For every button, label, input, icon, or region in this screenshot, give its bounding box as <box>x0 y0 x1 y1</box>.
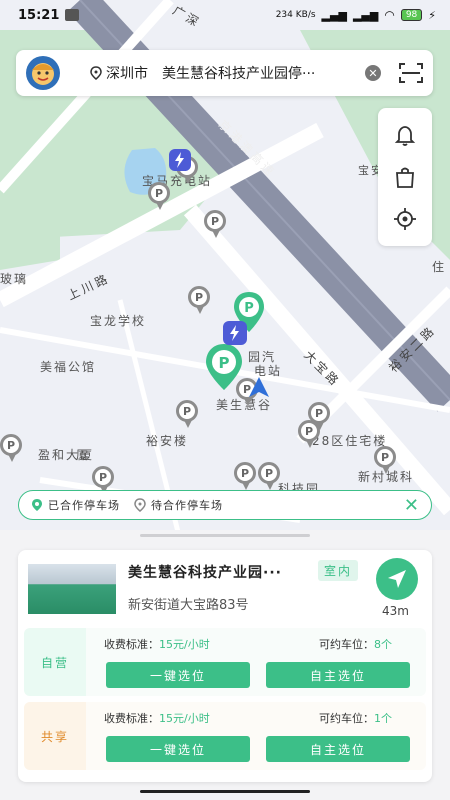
home-indicator[interactable] <box>140 790 310 793</box>
locate-button[interactable] <box>390 204 420 234</box>
fee-label: 收费标准： <box>104 712 159 725</box>
parking-pin[interactable]: P <box>176 400 198 428</box>
charging-station-icon[interactable] <box>168 148 192 172</box>
legend-pending[interactable]: 待合作停车场 <box>134 497 223 513</box>
legend-cooperated-label: 已合作停车场 <box>48 499 120 512</box>
avatar-face-icon <box>32 63 54 85</box>
map-tools-panel <box>378 108 432 246</box>
parking-detail-sheet: 美生慧谷科技产业园··· 室内 新安街道大宝路83号 43m 自营 收费标准：1… <box>0 530 450 800</box>
fee-label: 收费标准： <box>104 638 159 651</box>
parking-legend: 已合作停车场 待合作停车场 ✕ <box>18 490 432 520</box>
parking-lot-card[interactable]: 美生慧谷科技产业园··· 室内 新安街道大宝路83号 43m 自营 收费标准：1… <box>18 550 432 782</box>
signal-icon: ▂▄▆ <box>352 8 379 22</box>
map-label: 玻璃 <box>0 272 29 286</box>
close-legend-icon[interactable]: ✕ <box>404 495 419 516</box>
parking-pin[interactable]: P <box>0 434 22 462</box>
legend-cooperated[interactable]: 已合作停车场 <box>31 497 120 513</box>
spots-value: 1个 <box>374 712 392 725</box>
fee-value: 15元/小时 <box>159 638 210 651</box>
location-pin-icon <box>90 66 102 80</box>
scan-icon[interactable] <box>399 63 423 83</box>
parking-lot-photo <box>28 564 116 614</box>
manual-select-button[interactable]: 自主选位 <box>266 662 410 688</box>
row-info: 收费标准：15元/小时 可约车位：8个 <box>104 636 414 652</box>
fee-value: 15元/小时 <box>159 712 210 725</box>
search-city[interactable]: 深圳市 <box>106 63 148 83</box>
navigate-button[interactable] <box>376 558 418 600</box>
signal-icon: ▂▄▆ <box>321 8 347 22</box>
parking-pin[interactable]: P <box>92 466 114 494</box>
spots-label: 可约车位： <box>319 638 374 651</box>
shopping-bag-icon <box>396 167 414 188</box>
charging-station-icon[interactable] <box>222 320 248 346</box>
distance-label: 43m <box>382 604 409 618</box>
parking-pin[interactable]: P <box>258 462 280 490</box>
wrench-icon <box>65 9 80 21</box>
manual-select-button[interactable]: 自主选位 <box>266 736 410 762</box>
row-type-label: 自营 <box>24 628 86 696</box>
charging-icon: ⚡ <box>428 8 436 22</box>
search-bar[interactable]: 深圳市 美生慧谷科技产业园停··· ✕ <box>16 50 433 96</box>
parking-pin[interactable]: P <box>204 210 226 238</box>
sheet-drag-handle[interactable] <box>140 534 310 537</box>
parking-pin[interactable]: P <box>374 446 396 474</box>
pending-pin-icon <box>134 498 146 512</box>
parking-lot-address: 新安街道大宝路83号 <box>128 598 249 613</box>
map-label: 宝龙学校 <box>90 314 147 328</box>
indoor-tag: 室内 <box>318 560 359 581</box>
self-operated-row: 自营 收费标准：15元/小时 可约车位：8个 一键选位 自主选位 <box>24 628 426 696</box>
status-bar: 15:21 234 KB/s ▂▄▆ ▂▄▆ ◠ 98 ⚡ <box>0 0 450 30</box>
wifi-icon: ◠ <box>384 8 395 22</box>
clear-search-icon[interactable]: ✕ <box>365 65 381 81</box>
selected-parking-pin[interactable]: P <box>204 342 244 392</box>
parking-pin[interactable]: P <box>298 420 320 448</box>
row-type-label: 共享 <box>24 702 86 770</box>
quick-select-button[interactable]: 一键选位 <box>106 736 250 762</box>
map-label: 28区住宅楼 <box>312 434 388 448</box>
row-info: 收费标准：15元/小时 可约车位：1个 <box>104 710 414 726</box>
navigation-arrow-icon <box>388 570 406 588</box>
search-input[interactable]: 美生慧谷科技产业园停··· <box>162 63 355 83</box>
shared-row: 共享 收费标准：15元/小时 可约车位：1个 一键选位 自主选位 <box>24 702 426 770</box>
locate-icon <box>394 208 416 230</box>
spots-label: 可约车位： <box>319 712 374 725</box>
battery-indicator: 98 <box>400 9 423 21</box>
current-location-icon <box>249 377 269 397</box>
quick-select-button[interactable]: 一键选位 <box>106 662 250 688</box>
svg-text:P: P <box>219 354 230 372</box>
spots-value: 8个 <box>374 638 392 651</box>
parking-pin[interactable]: P <box>234 462 256 490</box>
map-label: 裕安楼 <box>146 434 189 448</box>
orders-button[interactable] <box>390 162 420 192</box>
cooperated-pin-icon <box>32 499 42 511</box>
legend-pending-label: 待合作停车场 <box>151 499 223 512</box>
svg-text:P: P <box>244 301 254 316</box>
parking-pin[interactable]: P <box>148 182 170 210</box>
parking-lot-name: 美生慧谷科技产业园··· <box>128 565 282 581</box>
parking-pin[interactable]: P <box>188 286 210 314</box>
avatar[interactable] <box>26 56 60 90</box>
status-time: 15:21 <box>18 7 60 23</box>
network-speed: 234 KB/s <box>275 10 316 20</box>
map-label: 住 <box>432 260 447 274</box>
bell-icon <box>394 126 416 146</box>
map-label: 美福公馆 <box>40 360 97 374</box>
map-label: 厦 <box>76 448 91 462</box>
notification-button[interactable] <box>390 120 420 150</box>
